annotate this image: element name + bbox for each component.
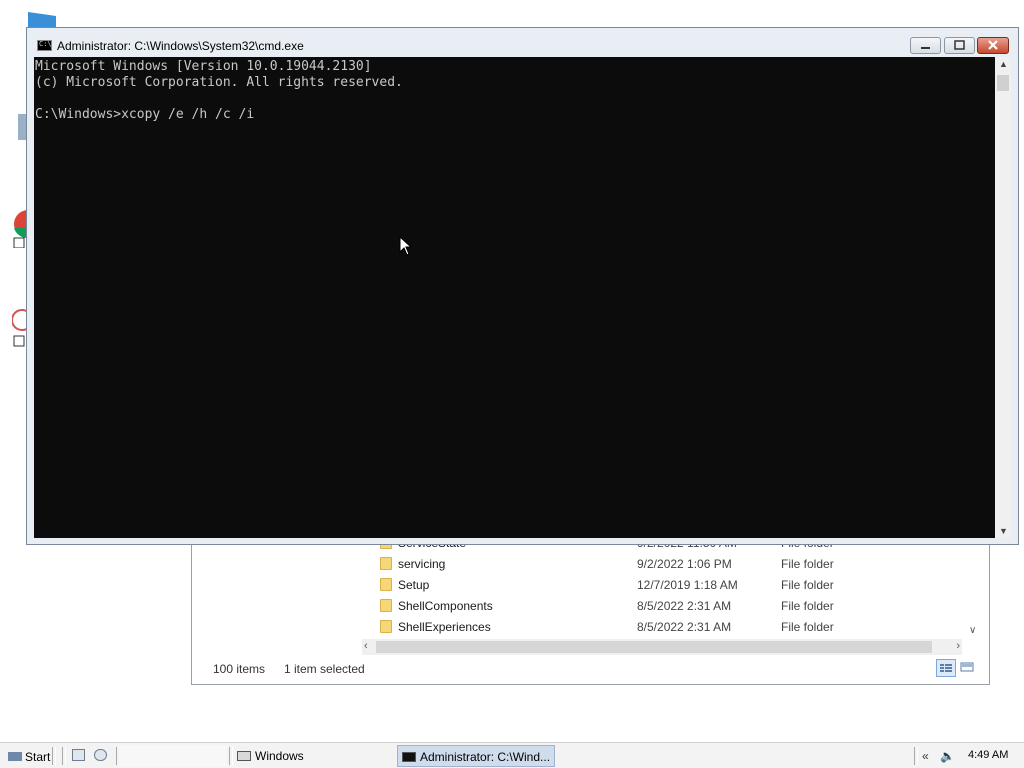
cmd-window[interactable]: C:\ Administrator: C:\Windows\System32\c…	[26, 27, 1019, 545]
folder-icon	[380, 599, 392, 612]
system-tray: « 🔈 4:49 AM	[918, 745, 1018, 767]
minimize-button[interactable]	[910, 37, 941, 54]
file-type: File folder	[781, 557, 834, 571]
scrollbar-thumb[interactable]	[997, 75, 1009, 91]
file-name: ShellComponents	[398, 599, 493, 613]
clock[interactable]: 4:49 AM	[968, 749, 1008, 761]
start-icon	[8, 752, 22, 761]
divider	[62, 747, 66, 765]
large-icons-view-icon[interactable]	[958, 659, 978, 677]
list-item[interactable]: servicing 9/2/2022 1:06 PM File folder	[362, 554, 962, 575]
file-explorer-window: ServiceState 9/2/2022 11:50 AM File fold…	[191, 530, 990, 685]
file-date: 9/2/2022 1:06 PM	[637, 557, 732, 571]
scroll-up-icon[interactable]: ▲	[999, 59, 1008, 69]
scroll-down-icon[interactable]: ∨	[969, 625, 976, 636]
console-icon	[402, 752, 416, 762]
console-output[interactable]: Microsoft Windows [Version 10.0.19044.21…	[34, 57, 995, 538]
console-prompt[interactable]: C:\Windows>xcopy /e /h /c /i	[35, 107, 254, 122]
show-hidden-icons-icon[interactable]: «	[922, 749, 929, 763]
scroll-left-icon[interactable]: ‹	[364, 640, 368, 652]
scroll-down-icon[interactable]: ▼	[999, 526, 1008, 536]
maximize-icon	[954, 40, 965, 50]
folder-icon	[380, 578, 392, 591]
file-type: File folder	[781, 599, 834, 613]
taskbar-button-windows[interactable]: Windows	[233, 745, 393, 767]
list-item[interactable]: ShellComponents 8/5/2022 2:31 AM File fo…	[362, 596, 962, 617]
file-date: 12/7/2019 1:18 AM	[637, 578, 738, 592]
scrollbar-thumb[interactable]	[376, 641, 932, 653]
item-count: 100 items	[213, 662, 266, 676]
file-date: 8/5/2022 2:31 AM	[637, 620, 732, 634]
minimize-icon	[921, 47, 930, 49]
close-button[interactable]	[977, 37, 1009, 54]
folder-icon	[380, 620, 392, 633]
volume-icon[interactable]: 🔈	[940, 749, 955, 763]
title-bar[interactable]: C:\ Administrator: C:\Windows\System32\c…	[27, 28, 1018, 58]
taskbar-empty-slot[interactable]	[119, 745, 227, 767]
file-name: Setup	[398, 578, 430, 592]
file-name: ShellExperiences	[398, 620, 491, 634]
scroll-right-icon[interactable]: ›	[956, 640, 960, 652]
folder-icon	[380, 557, 392, 570]
start-button[interactable]: Start	[6, 746, 50, 766]
list-item[interactable]: Setup 12/7/2019 1:18 AM File folder	[362, 575, 962, 596]
console-line: Microsoft Windows [Version 10.0.19044.21…	[35, 59, 372, 74]
console-line: (c) Microsoft Corporation. All rights re…	[35, 75, 403, 90]
file-date: 8/5/2022 2:31 AM	[637, 599, 732, 613]
selection-count: 1 item selected	[284, 662, 365, 676]
status-bar: 100 items 1 item selected	[192, 655, 989, 684]
taskbar: Start Windows Administrator: C:\Wind... …	[0, 742, 1024, 768]
details-view-icon[interactable]	[936, 659, 956, 677]
list-item[interactable]: ShellExperiences 8/5/2022 2:31 AM File f…	[362, 617, 962, 638]
divider	[52, 747, 56, 765]
quick-launch-icon[interactable]	[94, 749, 107, 761]
file-list: ServiceState 9/2/2022 11:50 AM File fold…	[362, 531, 967, 639]
taskbar-button-cmd[interactable]: Administrator: C:\Wind...	[397, 745, 555, 767]
horizontal-scrollbar[interactable]: ‹ ›	[362, 639, 962, 655]
file-name: servicing	[398, 557, 446, 571]
window-title: Administrator: C:\Windows\System32\cmd.e…	[57, 39, 304, 53]
vertical-scrollbar[interactable]: ▲ ▼	[995, 57, 1011, 538]
maximize-button[interactable]	[944, 37, 975, 54]
file-type: File folder	[781, 578, 834, 592]
show-desktop-icon[interactable]	[72, 749, 85, 761]
close-icon	[988, 40, 998, 50]
console-icon[interactable]: C:\	[37, 40, 52, 51]
explorer-icon	[237, 751, 251, 761]
file-type: File folder	[781, 620, 834, 634]
mouse-cursor-icon	[399, 235, 413, 259]
